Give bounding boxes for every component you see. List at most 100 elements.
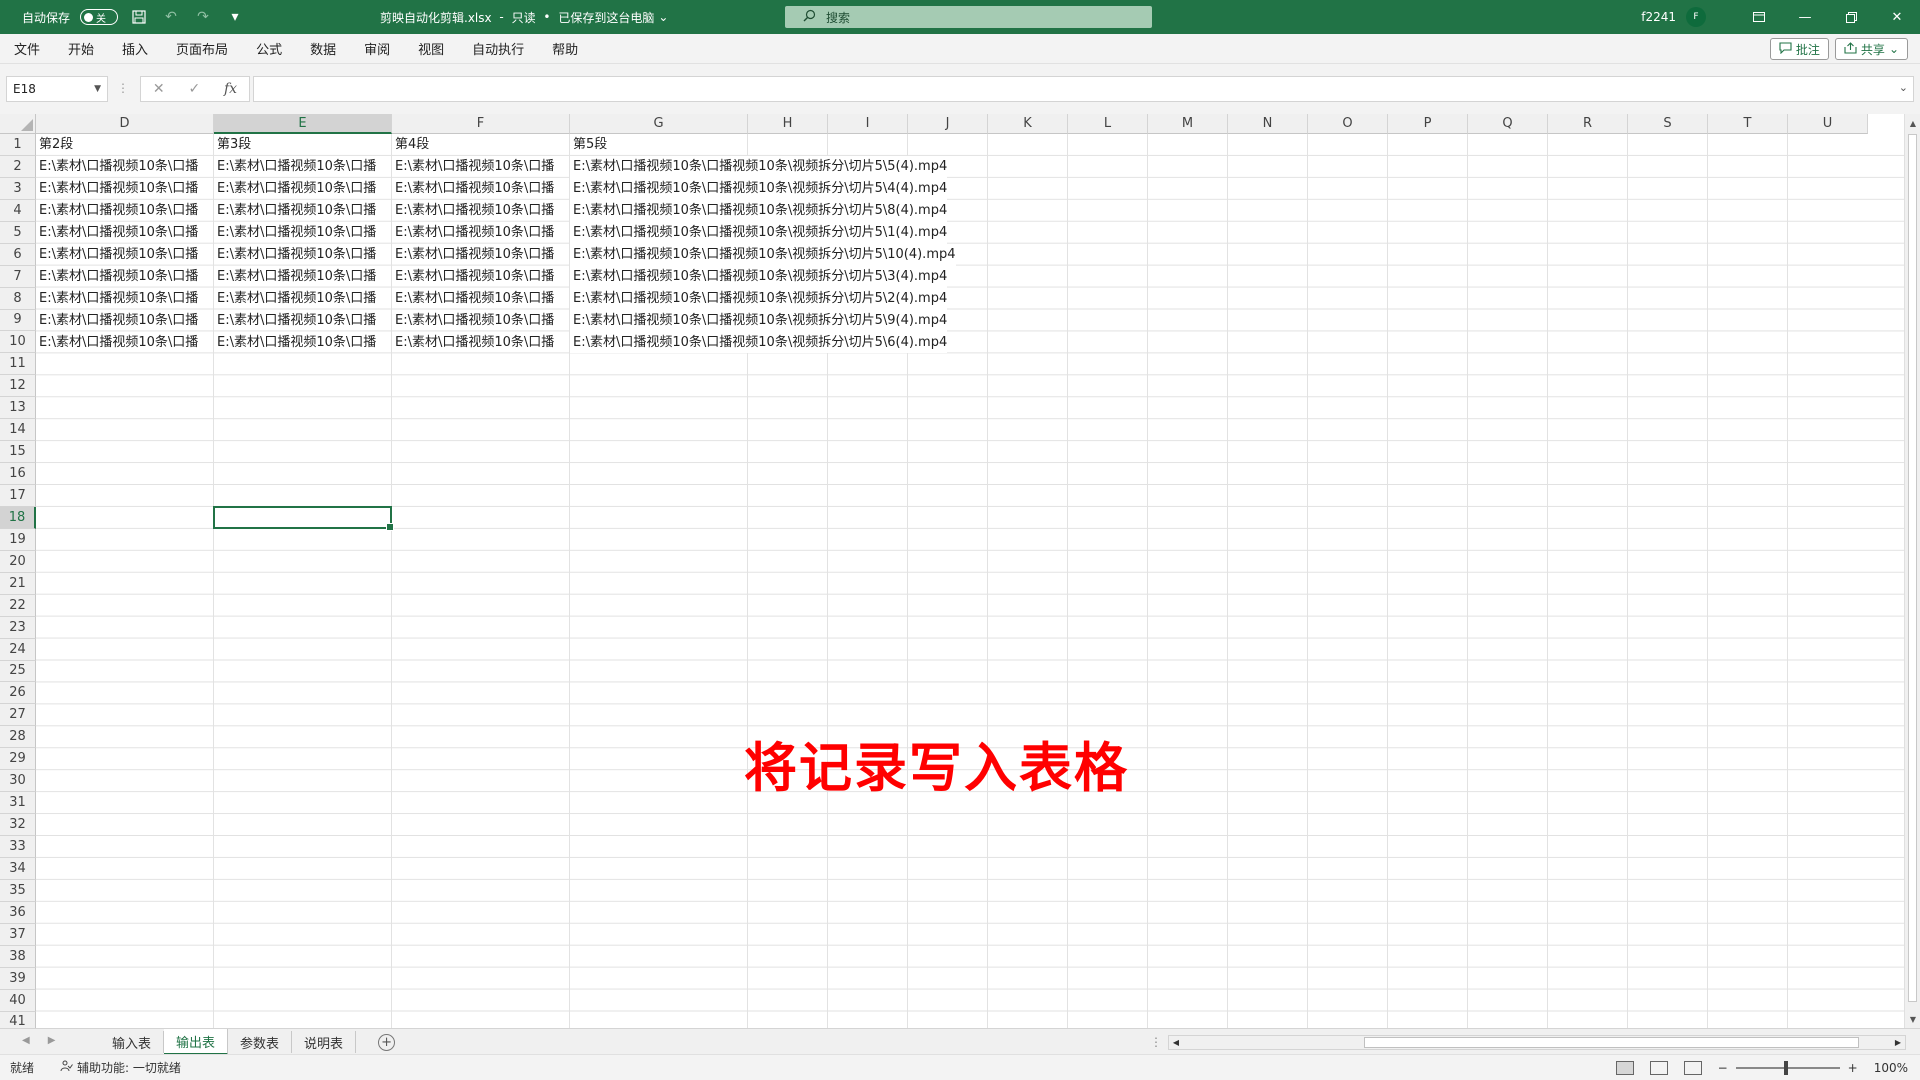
cell[interactable]: E:\素材\口播视频10条\口播 xyxy=(36,288,214,310)
cell[interactable]: E:\素材\口播视频10条\口播视频10条\视频拆分\切片5\6(4).mp4 xyxy=(570,331,948,354)
cell[interactable]: E:\素材\口播视频10条\口播 xyxy=(36,244,214,266)
sheet-tab-output[interactable]: 输出表 xyxy=(164,1029,229,1055)
cell[interactable]: E:\素材\口播视频10条\口播 xyxy=(214,222,392,244)
row-header[interactable]: 24 xyxy=(0,638,36,661)
cell[interactable]: E:\素材\口播视频10条\口播 xyxy=(214,310,392,332)
row-header[interactable]: 18 xyxy=(0,506,36,529)
column-header[interactable]: F xyxy=(392,114,570,134)
cell[interactable]: E:\素材\口播视频10条\口播 xyxy=(214,200,392,222)
row-header[interactable]: 39 xyxy=(0,967,36,990)
tab-splitter-icon[interactable]: ⋮ xyxy=(1150,1035,1162,1049)
cell[interactable]: E:\素材\口播视频10条\口播 xyxy=(36,200,214,222)
row-header[interactable]: 22 xyxy=(0,594,36,617)
row-header[interactable]: 4 xyxy=(0,199,36,222)
column-header[interactable]: I xyxy=(828,114,908,134)
row-header[interactable]: 38 xyxy=(0,945,36,968)
next-sheet-icon[interactable]: ▶ xyxy=(48,1035,56,1046)
column-header[interactable]: L xyxy=(1068,114,1148,134)
zoom-knob[interactable] xyxy=(1783,1061,1788,1075)
column-header[interactable]: M xyxy=(1148,114,1228,134)
cell[interactable]: 第3段 xyxy=(214,134,392,156)
horizontal-scrollbar[interactable]: ◀ ▶ xyxy=(1168,1035,1906,1050)
scroll-down-icon[interactable]: ▼ xyxy=(1907,1012,1919,1026)
cell[interactable]: E:\素材\口播视频10条\口播 xyxy=(214,332,392,354)
row-header[interactable]: 7 xyxy=(0,265,36,288)
cell[interactable]: E:\素材\口播视频10条\口播 xyxy=(36,178,214,200)
cell[interactable]: E:\素材\口播视频10条\口播 xyxy=(392,310,570,332)
row-header[interactable]: 28 xyxy=(0,726,36,749)
user-name[interactable]: f2241 xyxy=(1641,10,1676,24)
cell[interactable]: 第2段 xyxy=(36,134,214,156)
column-header[interactable]: P xyxy=(1388,114,1468,134)
zoom-out-icon[interactable]: − xyxy=(1718,1061,1728,1075)
horizontal-scroll-thumb[interactable] xyxy=(1364,1037,1859,1048)
sheet-tab-notes[interactable]: 说明表 xyxy=(292,1031,357,1053)
cell[interactable]: E:\素材\口播视频10条\口播 xyxy=(36,156,214,178)
row-header[interactable]: 40 xyxy=(0,989,36,1012)
row-header[interactable]: 32 xyxy=(0,814,36,836)
cell[interactable]: E:\素材\口播视频10条\口播 xyxy=(392,266,570,288)
row-header[interactable]: 29 xyxy=(0,748,36,771)
zoom-level[interactable]: 100% xyxy=(1874,1061,1908,1075)
scroll-up-icon[interactable]: ▲ xyxy=(1907,116,1919,130)
formula-input[interactable]: ⌄ xyxy=(253,76,1914,102)
row-header[interactable]: 5 xyxy=(0,221,36,244)
cell[interactable]: E:\素材\口播视频10条\口播 xyxy=(392,332,570,354)
cell[interactable]: 第5段 xyxy=(570,134,748,156)
insert-function-icon[interactable]: fx xyxy=(224,81,237,97)
tab-data[interactable]: 数据 xyxy=(296,34,350,64)
vertical-scrollbar[interactable]: ▲ ▼ xyxy=(1904,114,1920,1028)
cell[interactable]: E:\素材\口播视频10条\口播 xyxy=(36,332,214,354)
row-header[interactable]: 33 xyxy=(0,836,36,858)
row-header[interactable]: 35 xyxy=(0,879,36,902)
cell[interactable]: 第4段 xyxy=(392,134,570,156)
row-header[interactable]: 30 xyxy=(0,770,36,793)
column-header[interactable]: Q xyxy=(1468,114,1548,134)
search-input[interactable]: 搜索 xyxy=(785,6,1152,28)
cell[interactable]: E:\素材\口播视频10条\口播 xyxy=(214,178,392,200)
row-header[interactable]: 13 xyxy=(0,397,36,420)
cell[interactable]: E:\素材\口播视频10条\口播视频10条\视频拆分\切片5\8(4).mp4 xyxy=(570,199,948,222)
tab-automate[interactable]: 自动执行 xyxy=(458,34,538,64)
accessibility-status[interactable]: 辅助功能: 一切就绪 xyxy=(60,1059,181,1076)
row-header[interactable]: 31 xyxy=(0,792,36,815)
cell[interactable]: E:\素材\口播视频10条\口播视频10条\视频拆分\切片5\4(4).mp4 xyxy=(570,177,948,200)
column-header[interactable]: D xyxy=(36,114,214,134)
row-header[interactable]: 16 xyxy=(0,463,36,485)
cell[interactable]: E:\素材\口播视频10条\口播视频10条\视频拆分\切片5\3(4).mp4 xyxy=(570,265,948,288)
autosave-toggle[interactable]: 关 xyxy=(80,9,119,25)
column-header[interactable]: R xyxy=(1548,114,1628,134)
close-icon[interactable]: ✕ xyxy=(1874,0,1920,34)
row-header[interactable]: 6 xyxy=(0,243,36,266)
avatar[interactable]: F xyxy=(1686,7,1706,27)
tab-formulas[interactable]: 公式 xyxy=(242,34,296,64)
cell[interactable]: E:\素材\口播视频10条\口播 xyxy=(392,178,570,200)
cell[interactable]: E:\素材\口播视频10条\口播 xyxy=(392,222,570,244)
normal-view-icon[interactable] xyxy=(1615,1061,1634,1075)
share-button[interactable]: 共享 ⌄ xyxy=(1834,38,1908,60)
tab-view[interactable]: 视图 xyxy=(404,34,458,64)
formula-bar-grip-icon[interactable]: ⋮ xyxy=(117,81,129,95)
row-header[interactable]: 2 xyxy=(0,155,36,178)
cell[interactable]: E:\素材\口播视频10条\口播视频10条\视频拆分\切片5\9(4).mp4 xyxy=(570,309,948,332)
cell[interactable]: E:\素材\口播视频10条\口播视频10条\视频拆分\切片5\1(4).mp4 xyxy=(570,221,948,244)
comments-button[interactable]: 批注 xyxy=(1769,38,1829,60)
cell[interactable]: E:\素材\口播视频10条\口播 xyxy=(392,156,570,178)
cell[interactable]: E:\素材\口播视频10条\口播 xyxy=(214,288,392,310)
page-break-view-icon[interactable] xyxy=(1683,1061,1702,1075)
cell[interactable]: E:\素材\口播视频10条\口播视频10条\视频拆分\切片5\5(4).mp4 xyxy=(570,155,948,178)
add-sheet-icon[interactable]: + xyxy=(378,1033,396,1051)
column-header[interactable]: T xyxy=(1708,114,1788,134)
minimize-icon[interactable]: — xyxy=(1782,0,1828,34)
column-header[interactable]: J xyxy=(908,114,988,134)
sheet-tab-params[interactable]: 参数表 xyxy=(228,1031,293,1053)
column-header[interactable]: O xyxy=(1308,114,1388,134)
cell[interactable]: E:\素材\口播视频10条\口播 xyxy=(392,200,570,222)
row-header[interactable]: 36 xyxy=(0,901,36,924)
row-header[interactable]: 11 xyxy=(0,353,36,376)
cell[interactable]: E:\素材\口播视频10条\口播 xyxy=(36,222,214,244)
column-header[interactable]: N xyxy=(1228,114,1308,134)
cell[interactable]: E:\素材\口播视频10条\口播视频10条\视频拆分\切片5\2(4).mp4 xyxy=(570,287,948,310)
column-header[interactable]: S xyxy=(1628,114,1708,134)
zoom-track[interactable] xyxy=(1735,1061,1840,1075)
